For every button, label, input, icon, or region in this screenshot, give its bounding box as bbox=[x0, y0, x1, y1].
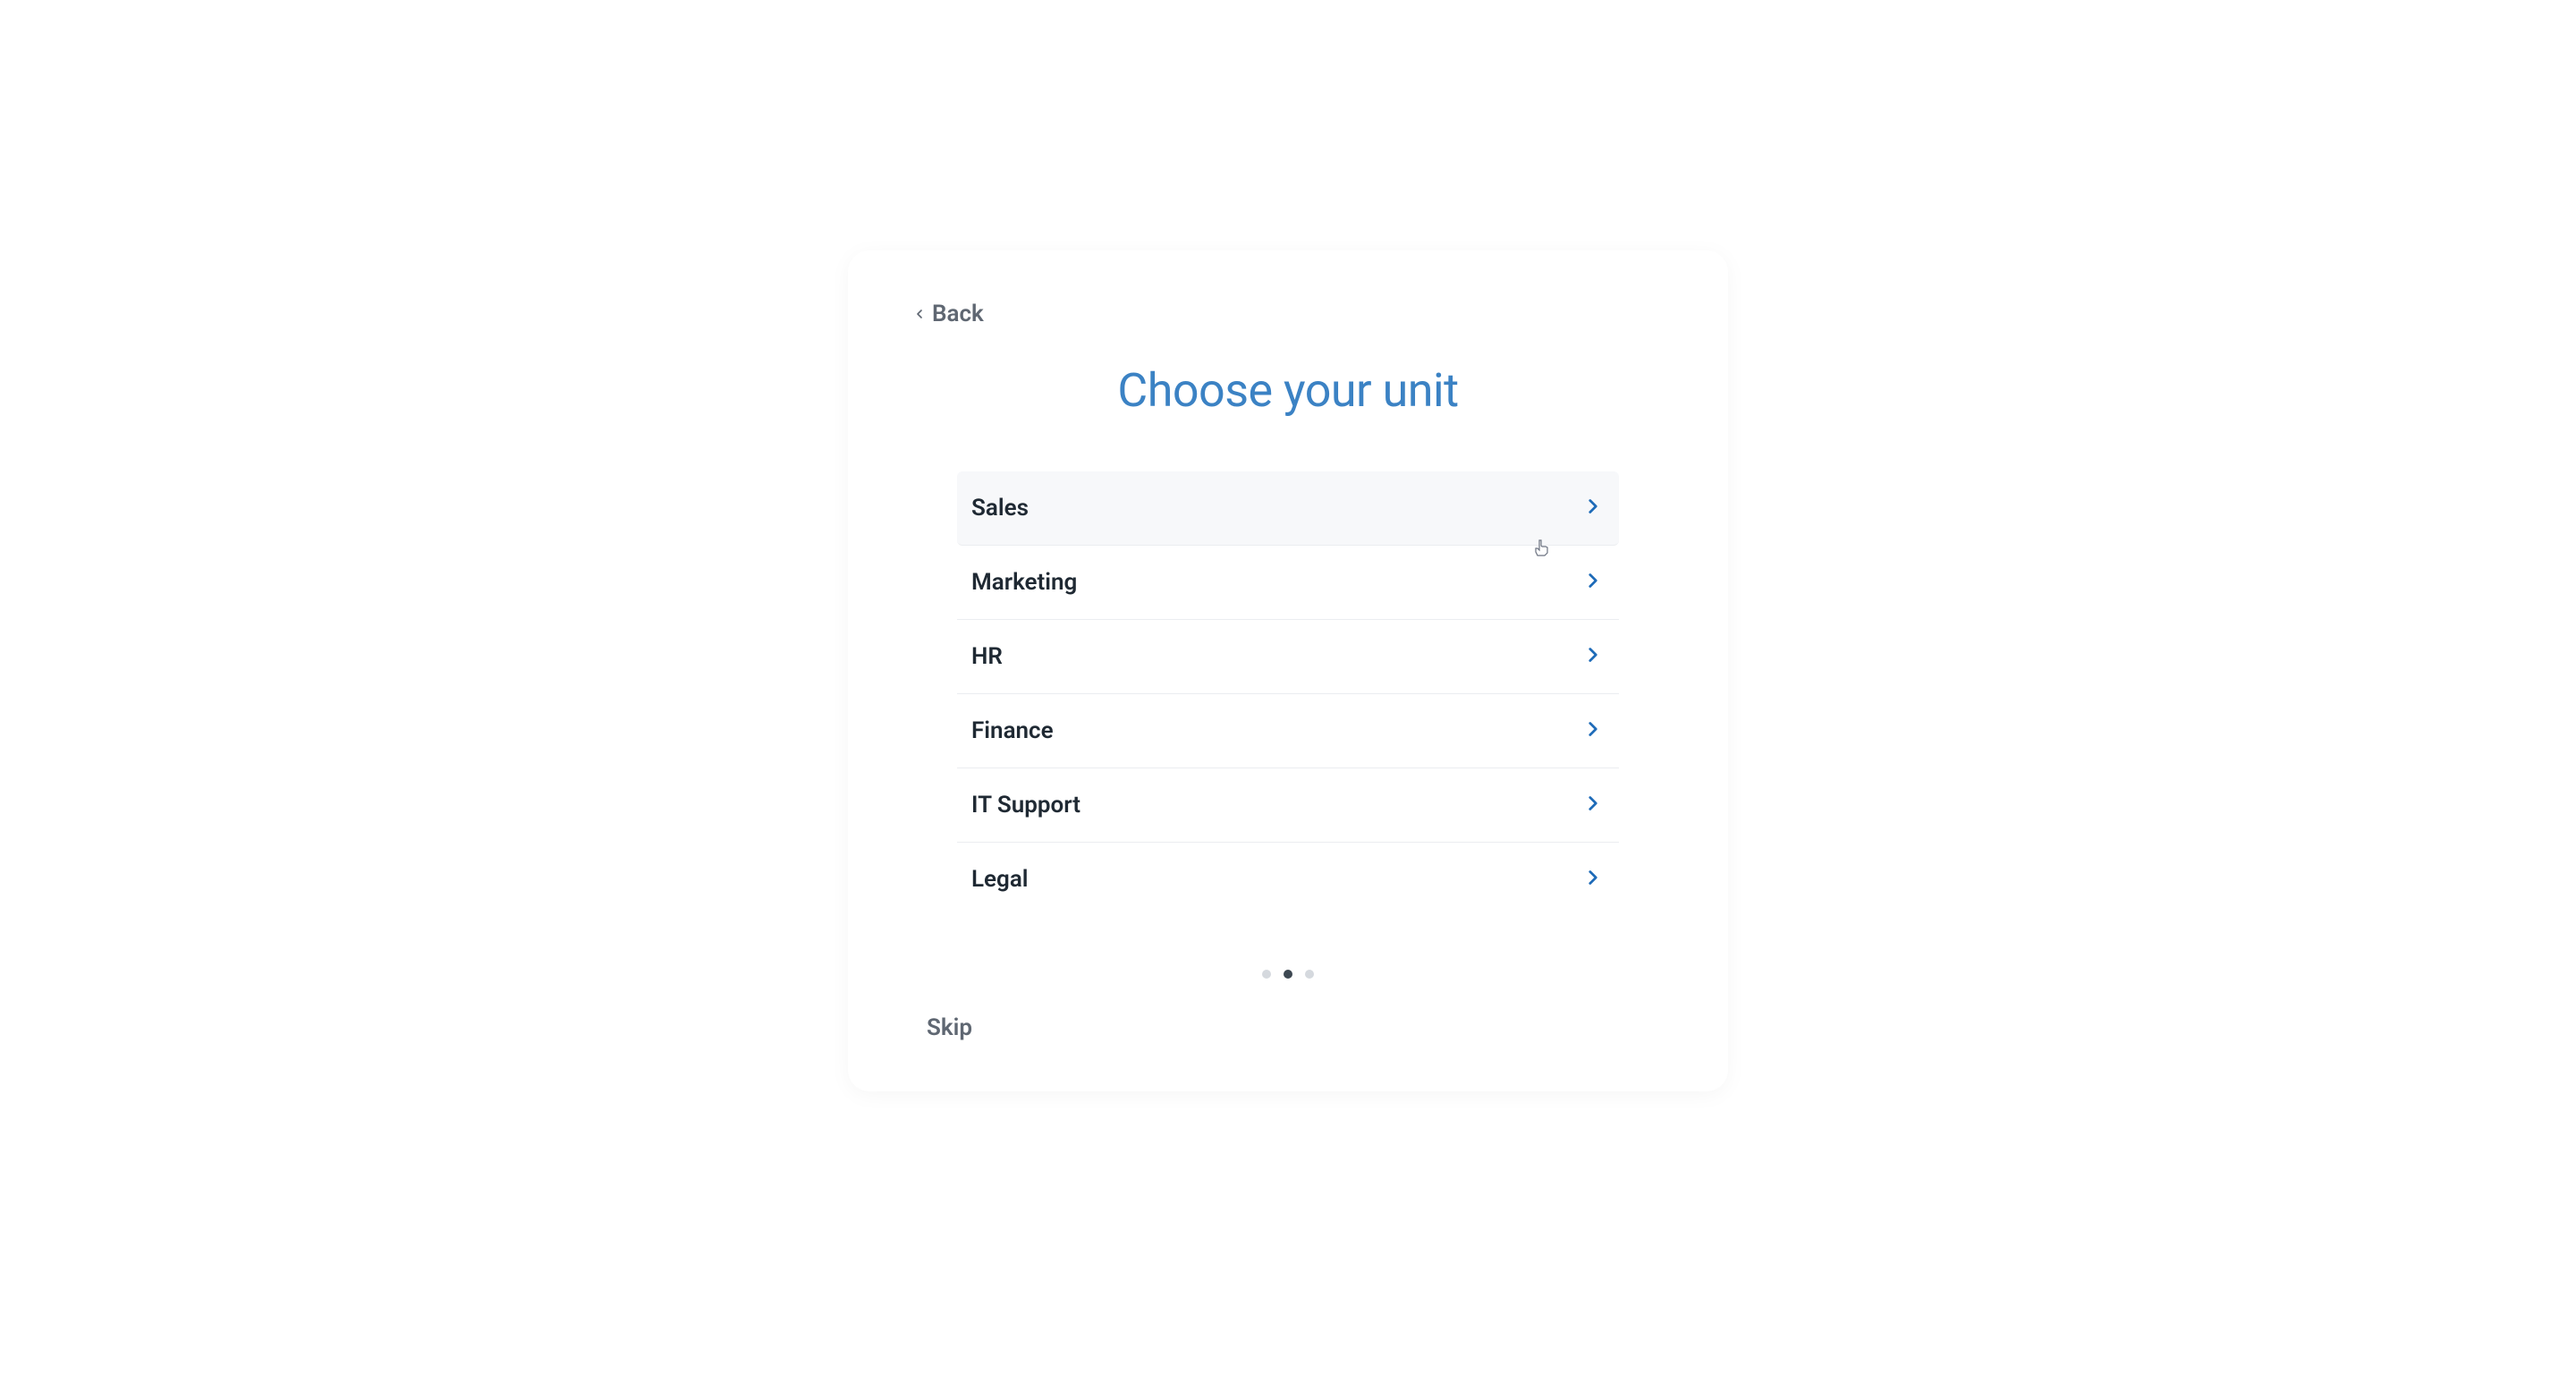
unit-item-hr[interactable]: HR bbox=[957, 620, 1619, 694]
chevron-right-icon bbox=[1581, 792, 1605, 818]
page-dot-3[interactable] bbox=[1305, 970, 1314, 979]
chevron-right-icon bbox=[1581, 569, 1605, 596]
back-button[interactable]: Back bbox=[912, 301, 984, 327]
unit-list: Sales Marketing HR bbox=[957, 471, 1619, 916]
unit-item-finance[interactable]: Finance bbox=[957, 694, 1619, 768]
unit-item-legal[interactable]: Legal bbox=[957, 843, 1619, 916]
page-dot-2[interactable] bbox=[1284, 970, 1292, 979]
back-label: Back bbox=[932, 301, 984, 327]
pagination-dots bbox=[912, 970, 1664, 979]
page-title: Choose your unit bbox=[912, 363, 1664, 418]
chevron-right-icon bbox=[1581, 643, 1605, 670]
unit-label: Sales bbox=[971, 495, 1029, 522]
chevron-right-icon bbox=[1581, 866, 1605, 893]
chevron-right-icon bbox=[1581, 717, 1605, 744]
unit-label: Legal bbox=[971, 866, 1029, 893]
unit-item-marketing[interactable]: Marketing bbox=[957, 546, 1619, 620]
skip-button[interactable]: Skip bbox=[912, 1014, 972, 1041]
unit-selection-modal: Back Choose your unit Sales Marketing HR bbox=[848, 250, 1728, 1091]
unit-label: HR bbox=[971, 643, 1003, 670]
page-dot-1[interactable] bbox=[1262, 970, 1271, 979]
unit-label: IT Support bbox=[971, 792, 1080, 818]
unit-label: Finance bbox=[971, 717, 1054, 744]
unit-item-sales[interactable]: Sales bbox=[957, 471, 1619, 546]
unit-label: Marketing bbox=[971, 569, 1077, 596]
unit-item-it-support[interactable]: IT Support bbox=[957, 768, 1619, 843]
chevron-left-icon bbox=[912, 301, 927, 327]
chevron-right-icon bbox=[1581, 495, 1605, 522]
